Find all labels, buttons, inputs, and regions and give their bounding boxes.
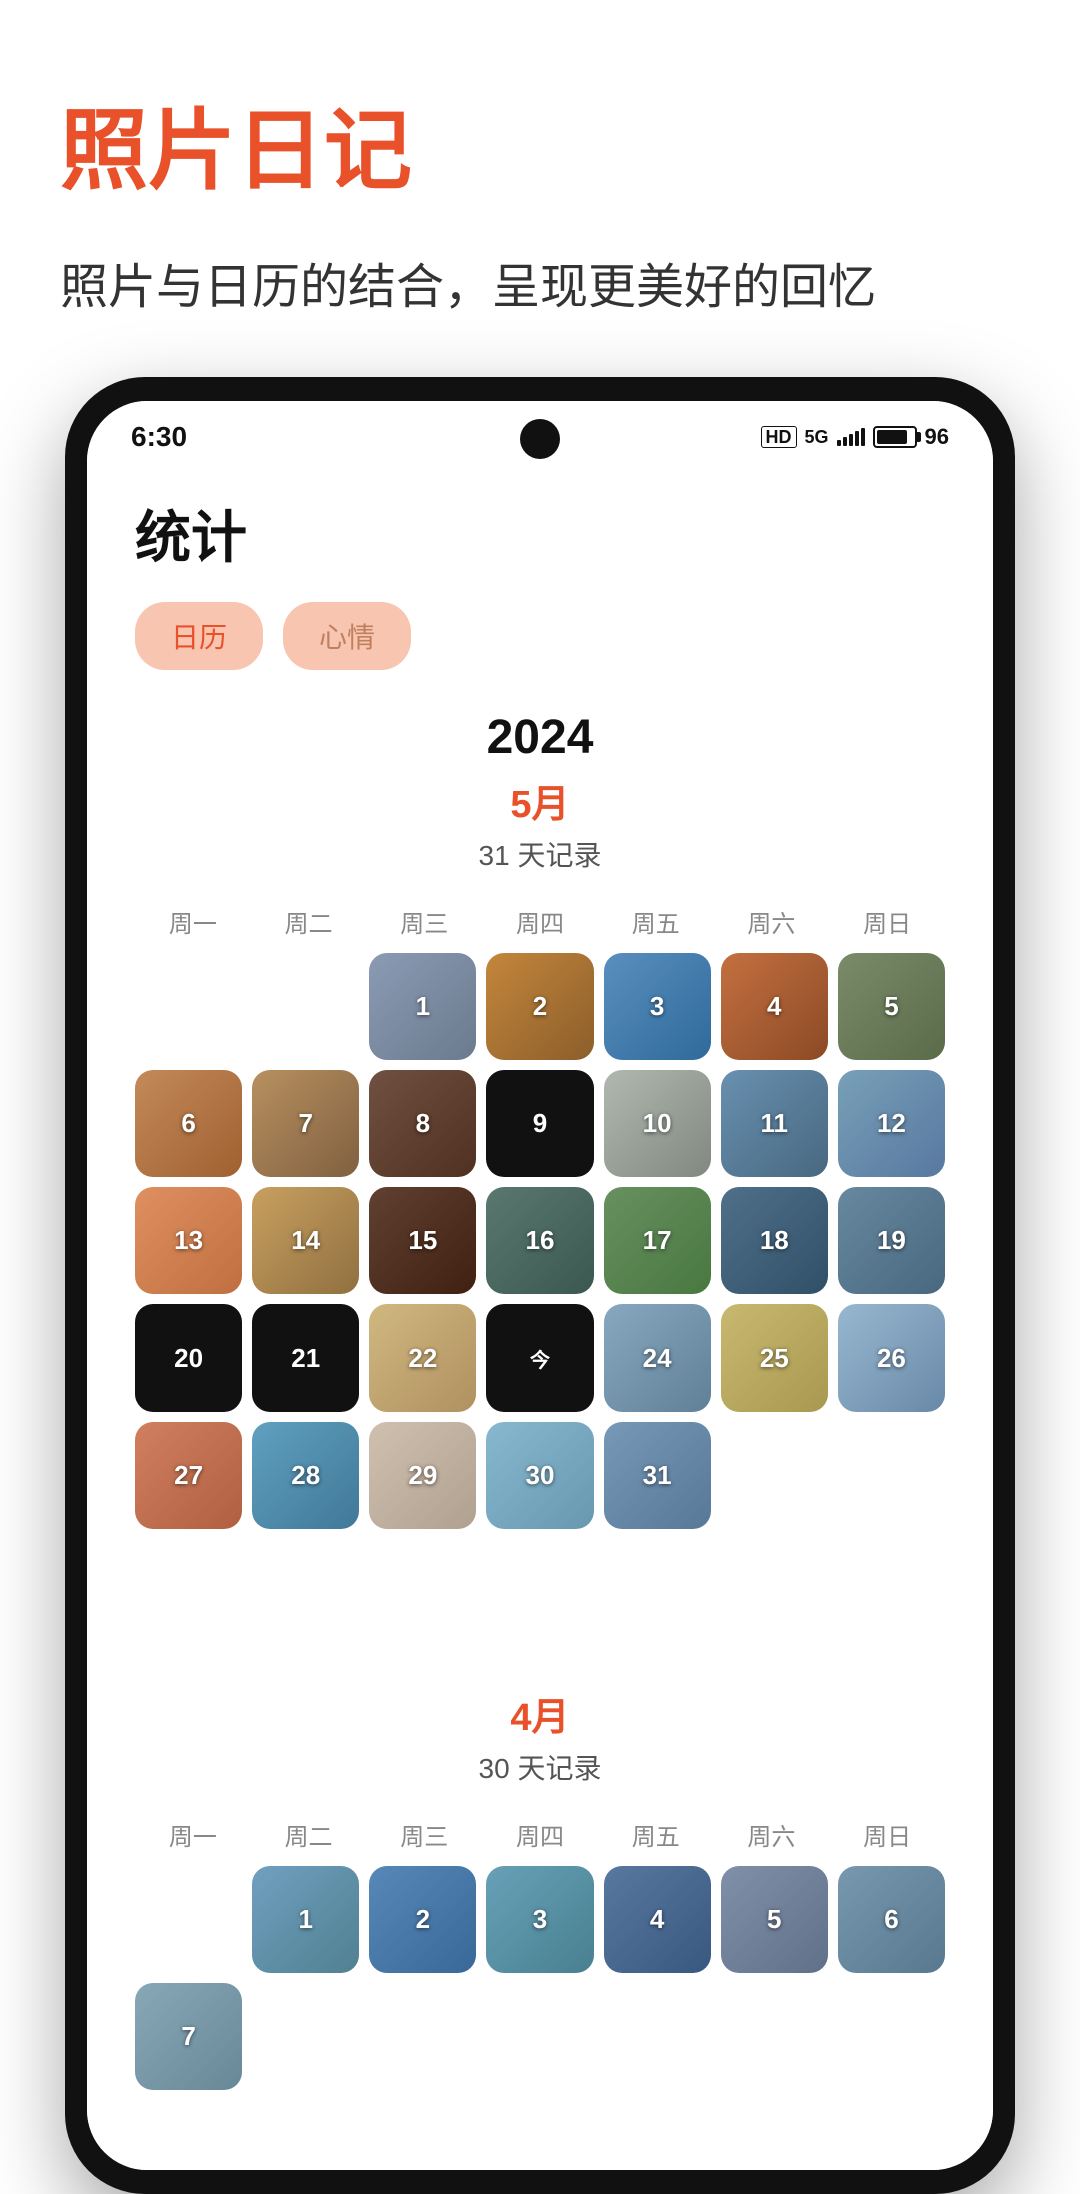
apr-weekday-tue: 周二 [251, 1817, 367, 1852]
page-wrapper: 照片日记 照片与日历的结合，呈现更美好的回忆 6:30 HD 5G [0, 0, 1080, 2194]
apr-weekday-sat: 周六 [714, 1817, 830, 1852]
tab-mood[interactable]: 心情 [283, 602, 411, 670]
may-empty-0 [135, 953, 242, 1060]
battery-percent: 96 [925, 424, 949, 450]
may-day-13[interactable]: 13 [135, 1187, 242, 1294]
may-day-4[interactable]: 4 [721, 953, 828, 1060]
battery-icon [873, 426, 917, 448]
status-time: 6:30 [131, 421, 187, 453]
may-day-14[interactable]: 14 [252, 1187, 359, 1294]
app-title: 照片日记 [60, 80, 1020, 207]
apr-weekday-wed: 周三 [366, 1817, 482, 1852]
may-day-26[interactable]: 26 [838, 1304, 945, 1411]
may-day-15[interactable]: 15 [369, 1187, 476, 1294]
may-empty-35 [135, 1539, 242, 1646]
camera-notch [520, 419, 560, 459]
weekday-thu: 周四 [482, 904, 598, 939]
apr-weekday-mon: 周一 [135, 1817, 251, 1852]
may-day-28[interactable]: 28 [252, 1422, 359, 1529]
phone-frame: 6:30 HD 5G 96 [65, 377, 1015, 2194]
may-day-6[interactable]: 6 [135, 1070, 242, 1177]
apr-weekday-sun: 周日 [829, 1817, 945, 1852]
weekday-tue: 周二 [251, 904, 367, 939]
may-day-25[interactable]: 25 [721, 1304, 828, 1411]
may-day-1[interactable]: 1 [369, 953, 476, 1060]
phone-screen: 6:30 HD 5G 96 [87, 401, 993, 2170]
april-month-label: 4月 [135, 1686, 945, 1741]
app-content: 统计 日历 心情 2024 5月 31 天记录 周一 周二 周三 周四 周五 周… [87, 463, 993, 2170]
may-day-2[interactable]: 2 [486, 953, 593, 1060]
april-day-1[interactable]: 1 [252, 1866, 359, 1973]
may-empty-33 [721, 1422, 828, 1529]
may-empty-34 [838, 1422, 945, 1529]
may-empty-36 [252, 1539, 359, 1646]
may-day-21[interactable]: 21 [252, 1304, 359, 1411]
april-day-3[interactable]: 3 [486, 1866, 593, 1973]
may-day-31[interactable]: 31 [604, 1422, 711, 1529]
may-day-19[interactable]: 19 [838, 1187, 945, 1294]
signal-icon [837, 428, 865, 446]
weekday-wed: 周三 [366, 904, 482, 939]
april-weekday-row: 周一 周二 周三 周四 周五 周六 周日 [135, 1817, 945, 1852]
may-day-29[interactable]: 29 [369, 1422, 476, 1529]
may-day-今[interactable]: 今 [486, 1304, 593, 1411]
may-day-7[interactable]: 7 [252, 1070, 359, 1177]
screen-title: 统计 [135, 493, 945, 574]
may-day-10[interactable]: 10 [604, 1070, 711, 1177]
april-day-5[interactable]: 5 [721, 1866, 828, 1973]
may-day-16[interactable]: 16 [486, 1187, 593, 1294]
april-day-7[interactable]: 7 [135, 1983, 242, 2090]
may-day-9[interactable]: 9 [486, 1070, 593, 1177]
may-day-18[interactable]: 18 [721, 1187, 828, 1294]
hd-badge: HD [761, 426, 797, 448]
may-day-17[interactable]: 17 [604, 1187, 711, 1294]
weekday-row: 周一 周二 周三 周四 周五 周六 周日 [135, 904, 945, 939]
april-section: 4月 30 天记录 周一 周二 周三 周四 周五 周六 周日 1234567 [135, 1686, 945, 2090]
may-day-27[interactable]: 27 [135, 1422, 242, 1529]
april-day-4[interactable]: 4 [604, 1866, 711, 1973]
may-day-5[interactable]: 5 [838, 953, 945, 1060]
may-records-label: 31 天记录 [135, 834, 945, 874]
tab-calendar[interactable]: 日历 [135, 602, 263, 670]
may-day-3[interactable]: 3 [604, 953, 711, 1060]
april-records-label: 30 天记录 [135, 1747, 945, 1787]
april-day-2[interactable]: 2 [369, 1866, 476, 1973]
status-bar: 6:30 HD 5G 96 [87, 401, 993, 463]
may-empty-1 [252, 953, 359, 1060]
april-calendar-grid: 1234567 [135, 1866, 945, 2090]
weekday-fri: 周五 [598, 904, 714, 939]
april-empty-0 [135, 1866, 242, 1973]
may-month-label: 5月 [135, 773, 945, 828]
5g-icon: 5G [805, 427, 829, 448]
may-day-22[interactable]: 22 [369, 1304, 476, 1411]
may-day-12[interactable]: 12 [838, 1070, 945, 1177]
may-day-11[interactable]: 11 [721, 1070, 828, 1177]
app-subtitle: 照片与日历的结合，呈现更美好的回忆 [60, 247, 1020, 317]
weekday-sat: 周六 [714, 904, 830, 939]
may-calendar-grid: 12345678910111213141516171819202122今2425… [135, 953, 945, 1646]
may-day-20[interactable]: 20 [135, 1304, 242, 1411]
weekday-mon: 周一 [135, 904, 251, 939]
may-day-24[interactable]: 24 [604, 1304, 711, 1411]
tab-group: 日历 心情 [135, 602, 945, 670]
apr-weekday-thu: 周四 [482, 1817, 598, 1852]
may-day-30[interactable]: 30 [486, 1422, 593, 1529]
year-label: 2024 [135, 710, 945, 765]
may-day-8[interactable]: 8 [369, 1070, 476, 1177]
apr-weekday-fri: 周五 [598, 1817, 714, 1852]
weekday-sun: 周日 [829, 904, 945, 939]
status-icons: HD 5G 96 [761, 424, 950, 450]
